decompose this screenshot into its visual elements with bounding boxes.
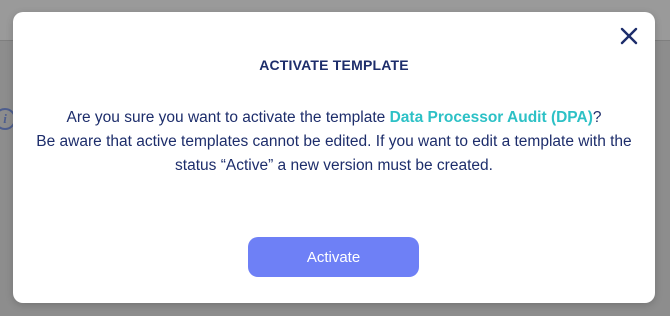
activate-button[interactable]: Activate [248, 237, 419, 277]
message-suffix: ? [592, 109, 602, 126]
close-icon [620, 27, 638, 45]
message-prefix: Are you sure you want to activate the te… [66, 109, 390, 126]
close-button[interactable] [619, 26, 639, 46]
dialog-title: ACTIVATE TEMPLATE [259, 57, 409, 73]
template-name: Data Processor Audit (DPA) [389, 109, 593, 126]
dialog-message: Are you sure you want to activate the te… [33, 106, 635, 178]
message-warning: Be aware that active templates cannot be… [36, 133, 632, 174]
activate-template-dialog: ACTIVATE TEMPLATE Are you sure you want … [13, 12, 655, 303]
